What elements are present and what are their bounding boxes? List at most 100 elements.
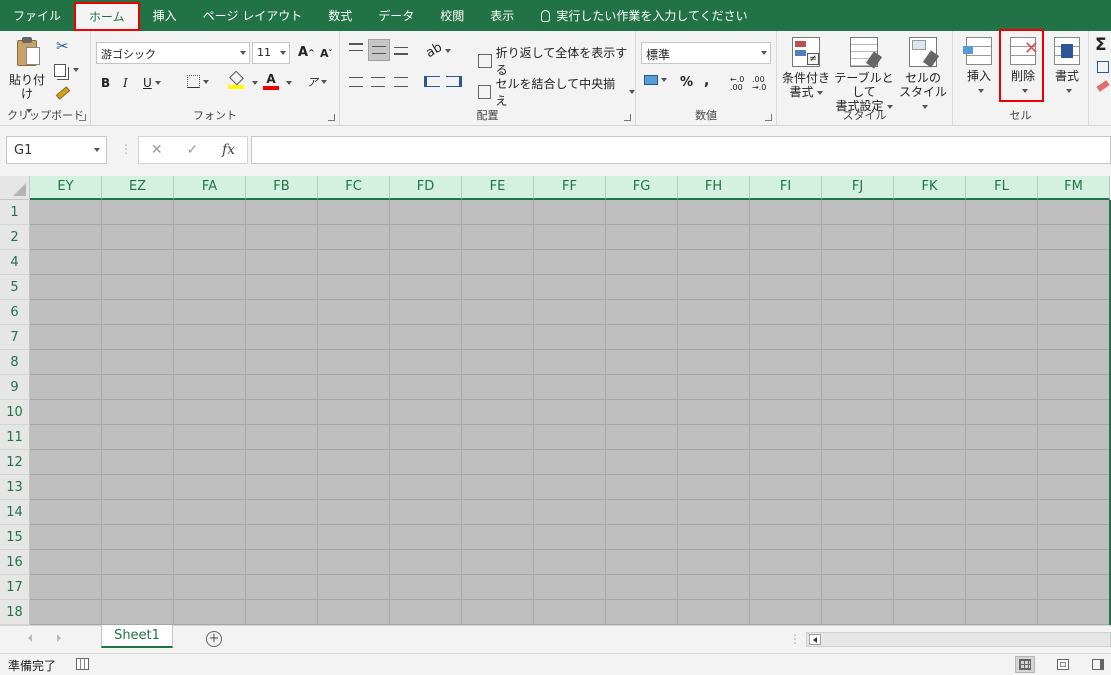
row-header[interactable]: 8 [0, 350, 30, 375]
cell-styles-button[interactable]: セルの スタイル [897, 37, 949, 113]
dialog-launcher-icon[interactable] [79, 114, 86, 121]
decrease-decimal-button[interactable]: .00 →.0 [752, 76, 774, 92]
add-sheet-button[interactable]: + [206, 631, 222, 647]
autosum-button[interactable]: Σ [1095, 35, 1107, 55]
format-as-table-button[interactable]: テーブルとして 書式設定 [831, 37, 897, 113]
fill-color-button[interactable] [228, 70, 244, 89]
format-painter-button[interactable] [55, 84, 74, 102]
formula-input[interactable] [251, 136, 1111, 164]
column-header[interactable]: FI [750, 176, 822, 200]
row-header[interactable]: 4 [0, 250, 30, 275]
currency-button[interactable] [644, 75, 667, 85]
scroll-tabs-left-icon[interactable] [28, 634, 32, 642]
sheet-tab-sheet1[interactable]: Sheet1 [101, 625, 173, 648]
merge-center-button[interactable]: セルを結合して中央揃え [478, 75, 635, 109]
column-header[interactable]: FC [318, 176, 390, 200]
cell-area[interactable] [30, 200, 1111, 625]
increase-indent-button[interactable] [446, 76, 462, 87]
column-header[interactable]: FE [462, 176, 534, 200]
cut-button[interactable]: ✂ [56, 37, 76, 55]
horizontal-scrollbar[interactable] [806, 632, 1111, 647]
vertical-ellipsis-icon[interactable]: ⋮ [789, 632, 801, 646]
bold-button[interactable]: B [101, 76, 110, 90]
align-right-button[interactable] [394, 77, 408, 87]
tab-home[interactable]: ホーム [74, 2, 140, 31]
format-cells-button[interactable]: 書式 [1047, 37, 1087, 97]
phonetic-button[interactable]: ア [307, 74, 327, 90]
increase-decimal-button[interactable]: ←.0 .00 [730, 76, 750, 92]
row-header[interactable]: 2 [0, 225, 30, 250]
page-layout-view-button[interactable] [1053, 656, 1073, 673]
copy-button[interactable] [54, 61, 84, 79]
row-header[interactable]: 9 [0, 375, 30, 400]
tell-me-box[interactable]: 実行したい作業を入力してください [527, 0, 748, 31]
shrink-font-button[interactable]: Aˇ [320, 47, 333, 60]
align-bottom-button[interactable] [394, 47, 408, 55]
column-header[interactable]: FM [1038, 176, 1110, 200]
align-middle-button[interactable] [368, 39, 390, 61]
scroll-tabs-right-icon[interactable] [57, 634, 61, 642]
row-header[interactable]: 15 [0, 525, 30, 550]
column-header[interactable]: FH [678, 176, 750, 200]
clear-button[interactable] [1096, 80, 1110, 92]
wrap-text-button[interactable]: 折り返して全体を表示する [478, 44, 635, 78]
name-box[interactable]: G1 [6, 136, 107, 164]
vertical-ellipsis-icon[interactable]: ⋮ [120, 142, 132, 156]
fill-button[interactable] [1097, 61, 1109, 73]
insert-cells-button[interactable]: 挿入 [959, 37, 999, 97]
insert-function-icon[interactable]: fx [222, 142, 235, 158]
column-header[interactable]: FJ [822, 176, 894, 200]
column-header[interactable]: FD [390, 176, 462, 200]
row-header[interactable]: 14 [0, 500, 30, 525]
orientation-button[interactable]: ab [423, 40, 452, 61]
row-header[interactable]: 13 [0, 475, 30, 500]
column-header[interactable]: EY [30, 176, 102, 200]
font-size-select[interactable]: 11 [252, 42, 290, 64]
align-top-button[interactable] [349, 43, 363, 51]
macro-record-icon[interactable] [76, 658, 89, 670]
row-header[interactable]: 5 [0, 275, 30, 300]
number-format-select[interactable]: 標準 [641, 42, 771, 64]
comma-button[interactable]: , [704, 73, 709, 89]
tab-data[interactable]: データ [365, 0, 427, 31]
font-color-button[interactable]: A [263, 72, 279, 90]
dialog-launcher-icon[interactable] [328, 114, 335, 121]
column-header[interactable]: FF [534, 176, 606, 200]
scroll-left-icon[interactable] [809, 634, 821, 645]
italic-button[interactable]: I [123, 76, 128, 90]
decrease-indent-button[interactable] [424, 76, 440, 87]
column-header[interactable]: FA [174, 176, 246, 200]
row-header[interactable]: 10 [0, 400, 30, 425]
font-name-select[interactable]: 游ゴシック [96, 42, 250, 64]
tab-page-layout[interactable]: ページ レイアウト [190, 0, 316, 31]
grow-font-button[interactable]: A ^ [298, 45, 315, 60]
tab-insert[interactable]: 挿入 [140, 0, 190, 31]
row-header[interactable]: 16 [0, 550, 30, 575]
row-header[interactable]: 11 [0, 425, 30, 450]
row-header[interactable]: 18 [0, 600, 30, 625]
row-header[interactable]: 17 [0, 575, 30, 600]
align-center-button[interactable] [371, 77, 385, 87]
tab-formulas[interactable]: 数式 [315, 0, 365, 31]
paste-button[interactable]: 貼り付け [5, 37, 49, 117]
tab-review[interactable]: 校閲 [427, 0, 477, 31]
normal-view-button[interactable] [1015, 656, 1035, 673]
column-header[interactable]: FK [894, 176, 966, 200]
dialog-launcher-icon[interactable] [624, 114, 631, 121]
column-header[interactable]: FL [966, 176, 1038, 200]
conditional-formatting-button[interactable]: ≠ 条件付き 書式 [781, 37, 831, 99]
align-left-button[interactable] [349, 77, 363, 87]
row-header[interactable]: 1 [0, 200, 30, 225]
enter-icon[interactable]: ✓ [186, 142, 198, 158]
percent-button[interactable]: % [680, 75, 693, 90]
row-header[interactable]: 7 [0, 325, 30, 350]
select-all-button[interactable] [0, 176, 30, 200]
borders-button[interactable] [187, 75, 209, 88]
page-break-view-button[interactable] [1088, 656, 1108, 673]
cancel-icon[interactable]: ✕ [151, 142, 163, 158]
column-header[interactable]: EZ [102, 176, 174, 200]
tab-file[interactable]: ファイル [0, 0, 74, 31]
column-header[interactable]: FG [606, 176, 678, 200]
dialog-launcher-icon[interactable] [765, 114, 772, 121]
underline-button[interactable]: U [143, 76, 161, 90]
